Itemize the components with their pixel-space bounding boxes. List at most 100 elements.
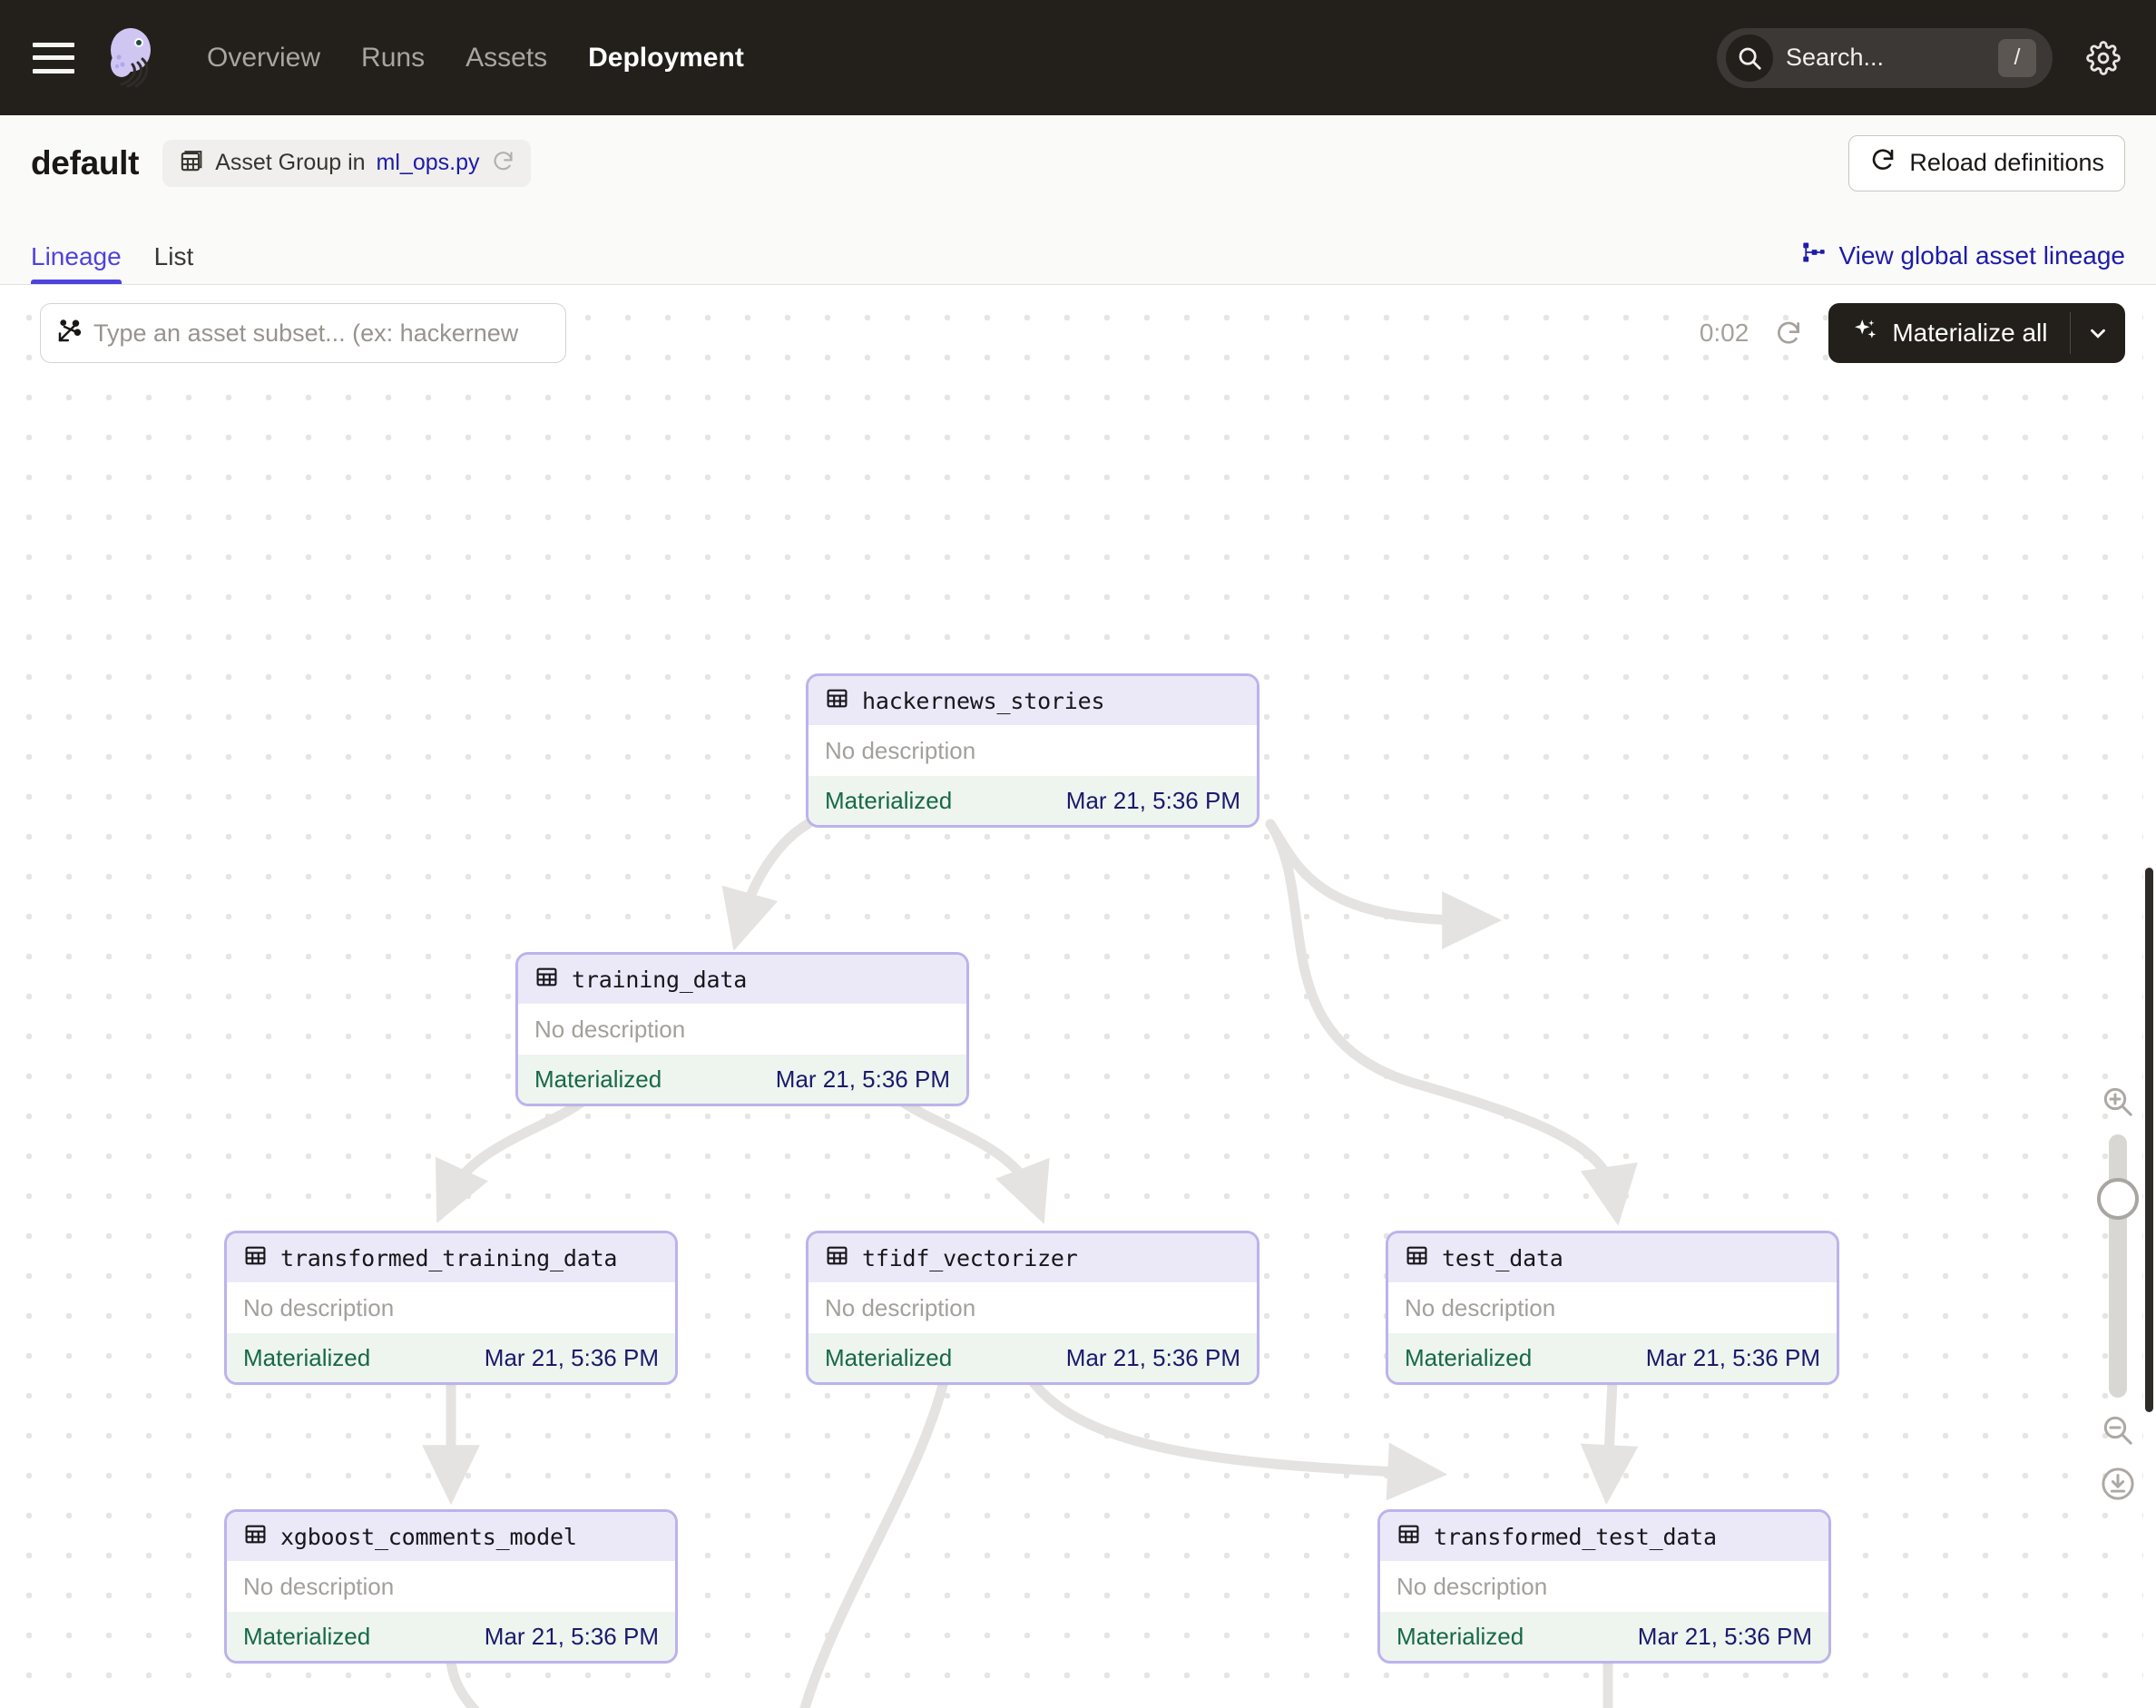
vertical-scrollbar-thumb[interactable]: [2145, 868, 2153, 1412]
asset-node-status[interactable]: Materialized Mar 21, 5:36 PM: [518, 1055, 966, 1104]
materialize-all-button[interactable]: Materialize all: [1828, 303, 2125, 363]
asset-node-description: No description: [227, 1282, 675, 1333]
table-icon: [178, 148, 204, 179]
asset-node-header[interactable]: training_data: [518, 955, 966, 1004]
asset-node-description: No description: [518, 1004, 966, 1055]
top-navigation-bar: Overview Runs Assets Deployment Search..…: [0, 0, 2156, 115]
tab-list: Lineage List: [31, 211, 193, 284]
table-icon: [243, 1522, 268, 1551]
dagster-logo-icon[interactable]: [98, 25, 165, 92]
zoom-controls: [2092, 1084, 2143, 1503]
sparkle-icon: [1852, 317, 1879, 350]
asset-node-description: No description: [227, 1561, 675, 1612]
asset-node-transformed_training_data[interactable]: transformed_training_data No description M…: [224, 1231, 678, 1385]
asset-subset-placeholder: Type an asset subset... (ex: hackernew: [93, 319, 519, 347]
asset-node-header[interactable]: tfidf_vectorizer: [808, 1233, 1257, 1282]
status-timestamp: Mar 21, 5:36 PM: [775, 1065, 950, 1093]
asset-node-status[interactable]: Materialized Mar 21, 5:36 PM: [808, 1333, 1257, 1382]
asset-node-header[interactable]: hackernews_stories: [808, 676, 1257, 725]
asset-node-status[interactable]: Materialized Mar 21, 5:36 PM: [808, 776, 1257, 825]
status-badge: Materialized: [243, 1343, 371, 1371]
vertical-scrollbar[interactable]: [2143, 285, 2156, 1708]
zoom-slider-thumb[interactable]: [2097, 1178, 2139, 1220]
global-search-input[interactable]: Search... /: [1717, 27, 2053, 88]
status-timestamp: Mar 21, 5:36 PM: [484, 1343, 659, 1371]
status-badge: Materialized: [825, 1343, 953, 1371]
gear-icon[interactable]: [2082, 36, 2125, 80]
materialize-all-label: Materialize all: [1892, 319, 2048, 347]
asset-node-header[interactable]: transformed_training_data: [227, 1233, 675, 1282]
chevron-down-icon[interactable]: [2071, 303, 2125, 363]
status-badge: Materialized: [243, 1622, 371, 1650]
asset-node-name: transformed_training_data: [280, 1244, 618, 1271]
asset-node-name: tfidf_vectorizer: [862, 1244, 1078, 1271]
download-fit-icon[interactable]: [2099, 1465, 2137, 1503]
asset-node-status[interactable]: Materialized Mar 21, 5:36 PM: [227, 1333, 675, 1382]
tab-lineage[interactable]: Lineage: [31, 244, 122, 284]
status-timestamp: Mar 21, 5:36 PM: [1637, 1622, 1812, 1650]
asset-node-status[interactable]: Materialized Mar 21, 5:36 PM: [227, 1612, 675, 1661]
tab-list[interactable]: List: [154, 244, 194, 284]
asset-subset-input[interactable]: Type an asset subset... (ex: hackernew: [40, 303, 566, 363]
table-icon: [1396, 1522, 1421, 1551]
graph-toolbar-right: 0:02 Materialize all: [1700, 303, 2125, 363]
primary-nav-links: Overview Runs Assets Deployment: [207, 43, 744, 74]
asset-node-name: training_data: [572, 966, 748, 993]
page-header: default Asset Group in ml_ops.py Reload …: [0, 115, 2156, 211]
asset-node-transformed_test_data[interactable]: transformed_test_data No description Mater…: [1377, 1509, 1831, 1664]
hamburger-menu-icon[interactable]: [33, 42, 74, 74]
page-title: default: [31, 143, 140, 182]
asset-node-xgboost_comments_model[interactable]: xgboost_comments_model No description Mate…: [224, 1509, 678, 1664]
asset-node-description: No description: [1380, 1561, 1828, 1612]
graph-toolbar-left: Type an asset subset... (ex: hackernew: [40, 303, 566, 363]
refresh-icon[interactable]: [1774, 319, 1803, 348]
asset-node-description: No description: [1388, 1282, 1837, 1333]
refresh-icon: [1869, 146, 1896, 180]
view-global-asset-lineage-label: View global asset lineage: [1838, 240, 2125, 270]
nav-link-overview[interactable]: Overview: [207, 43, 320, 74]
asset-node-header[interactable]: transformed_test_data: [1380, 1512, 1828, 1561]
asset-node-name: hackernews_stories: [862, 687, 1105, 714]
zoom-in-icon[interactable]: [2100, 1084, 2136, 1120]
view-global-asset-lineage-link[interactable]: View global asset lineage: [1801, 240, 2125, 284]
nav-right-group: Search... /: [1717, 27, 2125, 88]
lineage-icon: [1801, 240, 1827, 271]
nav-link-deployment[interactable]: Deployment: [588, 43, 744, 74]
search-placeholder-text: Search...: [1786, 44, 1885, 71]
status-timestamp: Mar 21, 5:36 PM: [1065, 786, 1240, 814]
zoom-slider[interactable]: [2097, 1134, 2139, 1398]
materialize-all-main[interactable]: Materialize all: [1828, 303, 2069, 363]
status-badge: Materialized: [534, 1065, 662, 1093]
table-icon: [1405, 1243, 1429, 1272]
status-badge: Materialized: [1405, 1343, 1533, 1371]
asset-node-training_data[interactable]: training_data No description Materialized M…: [515, 952, 969, 1106]
asset-group-file-link[interactable]: ml_ops.py: [377, 150, 480, 176]
asset-node-hackernews_stories[interactable]: hackernews_stories No description Material…: [806, 673, 1259, 828]
refresh-icon[interactable]: [491, 149, 515, 178]
status-timestamp: Mar 21, 5:36 PM: [484, 1622, 659, 1650]
nav-link-runs[interactable]: Runs: [361, 43, 425, 74]
asset-selection-icon: [55, 318, 83, 349]
asset-node-status[interactable]: Materialized Mar 21, 5:36 PM: [1388, 1333, 1837, 1382]
table-icon: [534, 965, 559, 994]
reload-definitions-button[interactable]: Reload definitions: [1848, 134, 2125, 191]
status-badge: Materialized: [1396, 1622, 1524, 1650]
zoom-out-icon[interactable]: [2100, 1412, 2136, 1448]
asset-node-tfidf_vectorizer[interactable]: tfidf_vectorizer No description Materializ…: [806, 1231, 1259, 1385]
asset-node-name: xgboost_comments_model: [280, 1523, 577, 1550]
lineage-tabs-row: Lineage List View global asset lineage: [0, 211, 2156, 285]
asset-node-description: No description: [808, 725, 1257, 776]
asset-node-status[interactable]: Materialized Mar 21, 5:36 PM: [1380, 1612, 1828, 1661]
status-timestamp: Mar 21, 5:36 PM: [1065, 1343, 1240, 1371]
asset-node-header[interactable]: test_data: [1388, 1233, 1837, 1282]
asset-node-test_data[interactable]: test_data No description Materialized Mar 2…: [1386, 1231, 1839, 1385]
asset-group-badge[interactable]: Asset Group in ml_ops.py: [162, 139, 531, 187]
nav-link-assets[interactable]: Assets: [466, 43, 547, 74]
asset-node-name: transformed_test_data: [1434, 1523, 1717, 1550]
table-icon: [825, 686, 849, 715]
status-badge: Materialized: [825, 786, 953, 814]
search-icon: [1726, 34, 1773, 82]
asset-node-header[interactable]: xgboost_comments_model: [227, 1512, 675, 1561]
table-icon: [243, 1243, 268, 1272]
asset-lineage-graph[interactable]: Type an asset subset... (ex: hackernew 0…: [0, 285, 2156, 1708]
